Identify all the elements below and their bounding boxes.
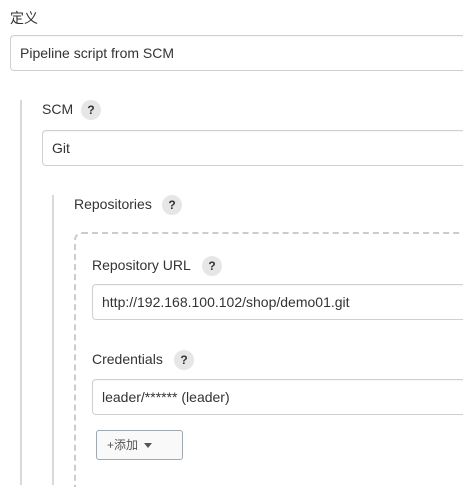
plus-icon: + bbox=[107, 438, 115, 452]
repositories-label: Repositories bbox=[74, 196, 152, 212]
repository-url-input[interactable]: http://192.168.100.102/shop/demo01.git bbox=[92, 284, 463, 320]
definition-label: 定义 bbox=[10, 10, 38, 26]
scm-help-icon[interactable]: ? bbox=[81, 100, 101, 120]
repositories-section-rule bbox=[52, 195, 54, 485]
repository-url-label: Repository URL bbox=[92, 257, 191, 273]
scm-select[interactable]: Git bbox=[42, 130, 463, 166]
credentials-label: Credentials bbox=[92, 351, 163, 367]
credentials-help-icon[interactable]: ? bbox=[174, 350, 194, 370]
add-credentials-button[interactable]: +添加 bbox=[96, 430, 183, 460]
scm-label: SCM bbox=[42, 101, 74, 117]
scm-section-rule bbox=[20, 100, 22, 485]
credentials-select[interactable]: leader/****** (leader) bbox=[92, 379, 463, 415]
repositories-help-icon[interactable]: ? bbox=[162, 195, 182, 215]
caret-down-icon bbox=[144, 443, 153, 449]
repository-url-help-icon[interactable]: ? bbox=[202, 256, 222, 276]
add-button-label: 添加 bbox=[114, 438, 139, 452]
definition-select[interactable]: Pipeline script from SCM bbox=[10, 35, 463, 71]
